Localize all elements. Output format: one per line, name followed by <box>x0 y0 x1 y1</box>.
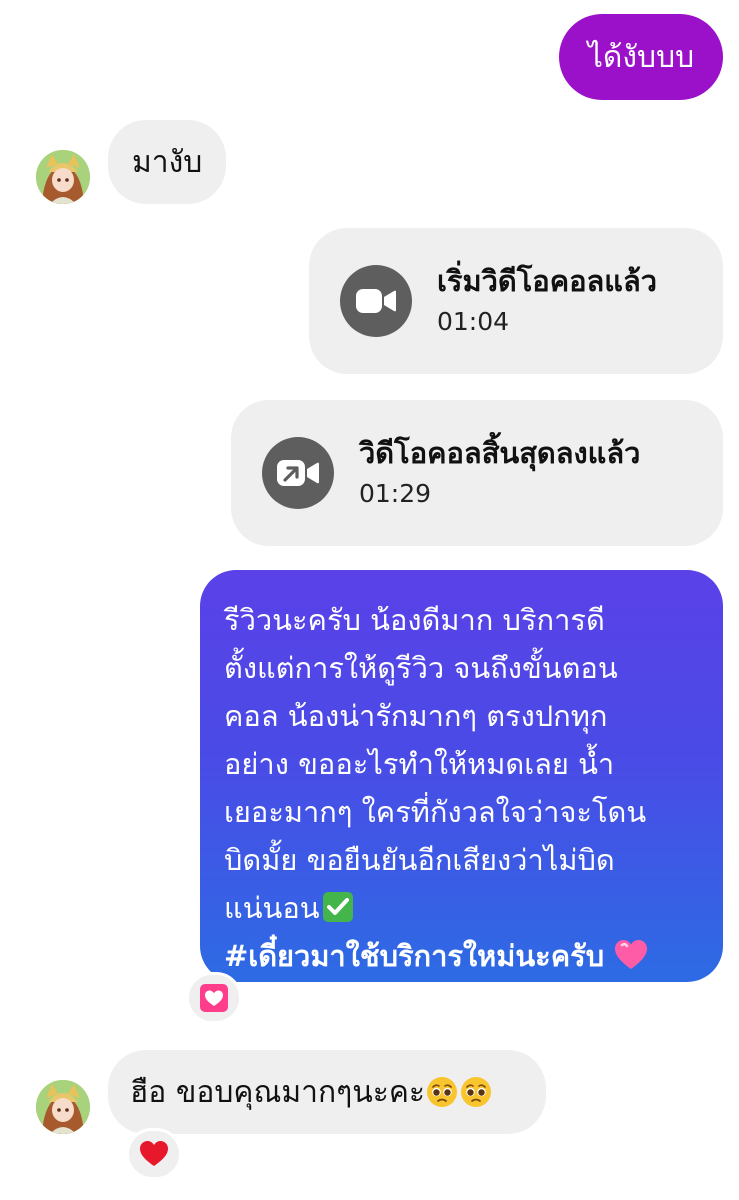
avatar[interactable] <box>36 1080 90 1134</box>
red-heart-icon <box>140 1141 168 1166</box>
message-reaction[interactable] <box>126 1128 182 1180</box>
heart-box-icon <box>200 984 228 1012</box>
outgoing-message[interactable]: ได้งับบบ <box>559 14 723 100</box>
message-line-with-emoji: #เดี๋ยวมาใช้บริการใหม่นะครับ <box>224 932 703 980</box>
call-title: เริ่มวิดีโอคอลแล้ว <box>437 264 658 298</box>
message-line-with-emoji: แน่นอน <box>224 884 703 932</box>
pink-heart-icon <box>615 940 648 969</box>
message-line: บิดมั้ย ขอยืนยันอีกเสียงว่าไม่บิด <box>224 843 615 877</box>
message-line: เยอะมากๆ ใครที่กังวลใจว่าจะโดน <box>224 795 647 829</box>
message-text: ได้งับบบ <box>587 39 695 75</box>
incoming-message[interactable]: มางับ <box>108 120 226 204</box>
message-text: มางับ <box>132 144 203 180</box>
call-duration: 01:29 <box>359 479 432 508</box>
message-line: แน่นอน <box>224 891 320 925</box>
message-line: รีวิวนะครับ น้องดีมาก บริการดี <box>224 603 605 637</box>
check-mark-icon <box>322 892 353 922</box>
call-duration: 01:04 <box>437 307 510 336</box>
incoming-message[interactable]: ฮือ ขอบคุณมากๆนะคะ <box>108 1050 546 1134</box>
hashtag-text: #เดี๋ยวมาใช้บริการใหม่นะครับ <box>224 939 605 973</box>
video-call-ended-icon <box>262 437 334 509</box>
outgoing-review-message[interactable]: รีวิวนะครับ น้องดีมาก บริการดี ตั้งแต่กา… <box>200 570 723 982</box>
message-line: อย่าง ขออะไรทำให้หมดเลย น้ำ <box>224 747 615 781</box>
call-title: วิดีโอคอลสิ้นสุดลงแล้ว <box>359 436 641 470</box>
call-started-bubble[interactable]: เริ่มวิดีโอคอลแล้ว 01:04 <box>309 228 723 374</box>
avatar[interactable] <box>36 150 90 204</box>
pleading-face-icon <box>461 1077 492 1107</box>
video-camera-icon <box>340 265 412 337</box>
message-reaction[interactable] <box>186 972 242 1024</box>
message-line: คอล น้องน่ารักมากๆ ตรงปกทุก <box>224 699 608 733</box>
message-text: ฮือ ขอบคุณมากๆนะคะ <box>130 1074 426 1110</box>
pleading-face-icon <box>427 1077 458 1107</box>
message-line: ตั้งแต่การให้ดูรีวิว จนถึงขั้นตอน <box>224 651 618 685</box>
call-ended-bubble[interactable]: วิดีโอคอลสิ้นสุดลงแล้ว 01:29 <box>231 400 723 546</box>
